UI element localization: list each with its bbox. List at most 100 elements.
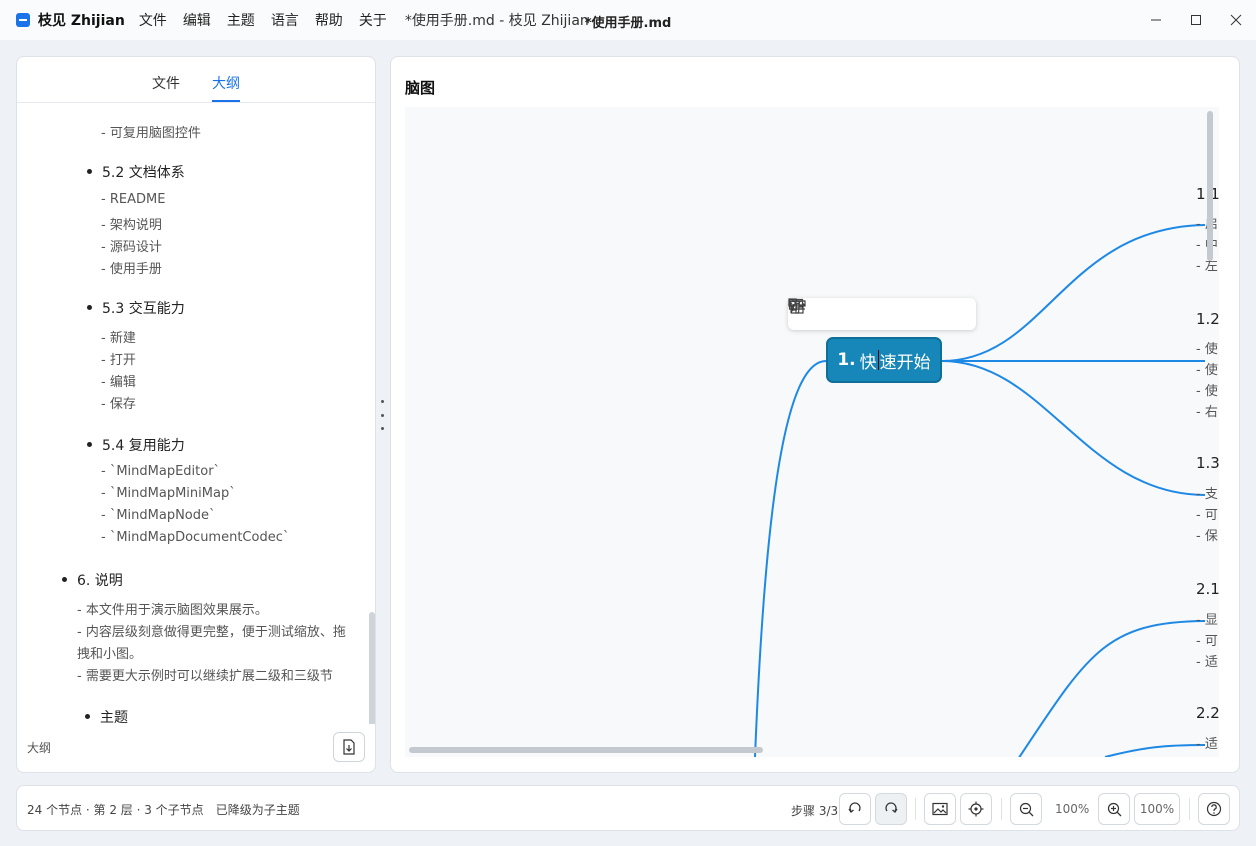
outline-heading[interactable]: 5.2 文档体系 [87,162,185,182]
bullet-icon [85,713,90,719]
mindmap-link [1018,620,1206,757]
tab-outline[interactable]: 大纲 [212,57,240,102]
undo-button[interactable] [839,793,871,825]
bullet-icon [87,304,92,310]
root-node-text-end: 速开始 [879,352,931,373]
root-node-text-start: 快 [859,352,877,373]
mindmap-link [1104,744,1206,757]
maximize-button[interactable] [1176,0,1216,40]
minimize-icon [1151,19,1161,21]
outline-item[interactable]: - 需要更大示例时可以继续扩展二级和三级节 [77,665,333,684]
outline-item[interactable]: - README [101,192,165,207]
crosshair-icon [968,801,984,817]
status-bar: 24 个节点 · 第 2 层 · 3 个子节点 已降级为子主题 步骤 3/3 10… [16,785,1240,831]
toolbar-divider [1189,798,1190,820]
outline-item[interactable]: - `MindMapDocumentCodec` [101,530,289,545]
step-counter: 步骤 3/3 [791,804,839,818]
zoom-in-button[interactable] [1098,793,1130,825]
panel-splitter-handle[interactable] [381,400,384,430]
child-node-title[interactable]: 1.3 [1196,454,1219,472]
mindmap-canvas[interactable]: 1.1 - 启 - 中 - 左 1.2 - 使 - 使 - 使 - 右 1.3 … [405,107,1219,757]
outline-item[interactable]: - 新建 [101,327,136,346]
panel-title: 脑图 [405,79,436,97]
toolbar-divider [1001,798,1002,820]
child-node-title[interactable]: 1.2 [1196,310,1219,328]
sidebar-tabs: 文件 大纲 [17,57,375,103]
delete-node-button[interactable] [789,298,966,325]
outline-item[interactable]: - 使用手册 [101,258,162,277]
export-image-button[interactable] [924,793,956,825]
comment-button[interactable] [788,298,937,325]
child-node-title[interactable]: 2.2 [1196,704,1219,722]
outline-item[interactable]: - 内容层级刻意做得更完整，便于测试缩放、拖 [77,621,346,640]
zoom-in-icon [1107,802,1121,816]
outline-item[interactable]: - `MindMapNode` [101,508,216,523]
app-name: 枝见 Zhijian [38,13,125,29]
menu-help[interactable]: 帮助 [315,10,343,30]
outline-item[interactable]: - 可复用脑图控件 [101,122,201,141]
outline-heading[interactable]: 主题 [85,707,128,724]
outline-item[interactable]: - 本文件用于演示脑图效果展示。 [77,599,268,618]
child-node-line: - 右 [1196,405,1218,420]
menu-theme[interactable]: 主题 [227,10,255,30]
zoom-out-button[interactable] [1010,793,1042,825]
locate-center-button[interactable] [960,793,992,825]
zoom-out-icon [1019,802,1033,816]
menu-bar: 文件 编辑 主题 语言 帮助 关于 [139,10,403,30]
export-button[interactable] [333,732,365,762]
child-node-title[interactable]: 2.1 [1196,580,1219,598]
outline-item[interactable]: - `MindMapEditor` [101,464,220,479]
help-icon [1206,801,1222,817]
menu-about[interactable]: 关于 [359,10,387,30]
outline-scrollbar[interactable] [369,612,375,724]
undo-icon [848,802,861,813]
panel-footer-label: 大纲 [27,741,52,755]
outline-item[interactable]: - `MindMapMiniMap` [101,486,236,501]
document-title: *使用手册.md - 枝见 Zhijian [404,13,589,29]
minimize-button[interactable] [1136,0,1176,40]
help-button[interactable] [1198,793,1230,825]
outline-item[interactable]: - 编辑 [101,371,136,390]
sidebar-panel: 文件 大纲 - 可复用脑图控件 5.2 文档体系 - README - 架构说明… [16,56,376,773]
outline-heading[interactable]: 5.4 复用能力 [87,435,185,455]
outdent-button[interactable] [788,300,908,325]
menu-file[interactable]: 文件 [139,10,167,30]
node-toolbar [788,298,976,330]
child-node-line: - 可 [1196,634,1218,649]
outline-tree: - 可复用脑图控件 5.2 文档体系 - README - 架构说明 - 源码设… [17,104,375,724]
menu-language[interactable]: 语言 [271,10,299,30]
window-controls [1136,0,1256,40]
outline-item[interactable]: - 源码设计 [101,236,162,255]
outline-heading[interactable]: 6. 说明 [62,570,123,590]
file-export-icon [343,739,355,755]
outline-item[interactable]: - 架构说明 [101,214,162,233]
zoom-reset-button[interactable]: 100% [1134,793,1180,825]
canvas-horizontal-scrollbar[interactable] [409,747,763,753]
tab-files[interactable]: 文件 [152,57,180,102]
outline-item[interactable]: - 打开 [101,349,136,368]
mindmap-link [754,360,827,757]
status-message: 已降级为子主题 [215,803,300,817]
add-child-button[interactable] [788,298,849,325]
maximize-icon [1191,15,1201,25]
mindmap-links [754,224,1206,757]
child-node-line: - 显 [1196,613,1218,628]
indent-button[interactable] [789,300,878,325]
outline-heading[interactable]: 5.3 交互能力 [87,298,185,318]
close-icon [1230,14,1242,26]
child-node-line: - 保 [1196,529,1218,544]
text-caret [877,350,879,370]
child-node-line: - 支 [1196,487,1218,502]
outline-item[interactable]: 拽和小图。 [77,643,142,662]
child-node-line: - 使 [1196,384,1218,399]
outline-item[interactable]: - 保存 [101,393,136,412]
close-button[interactable] [1216,0,1256,40]
root-node[interactable]: 1. 快速开始 [826,337,942,383]
redo-button[interactable] [875,793,907,825]
canvas-vertical-scrollbar[interactable] [1207,111,1213,261]
menu-edit[interactable]: 编辑 [183,10,211,30]
child-node-line: - 可 [1196,508,1218,523]
node-stats: 24 个节点 · 第 2 层 · 3 个子节点 [27,803,204,817]
zoom-level: 100% [1055,802,1090,816]
child-node-line: - 适 [1196,655,1218,670]
